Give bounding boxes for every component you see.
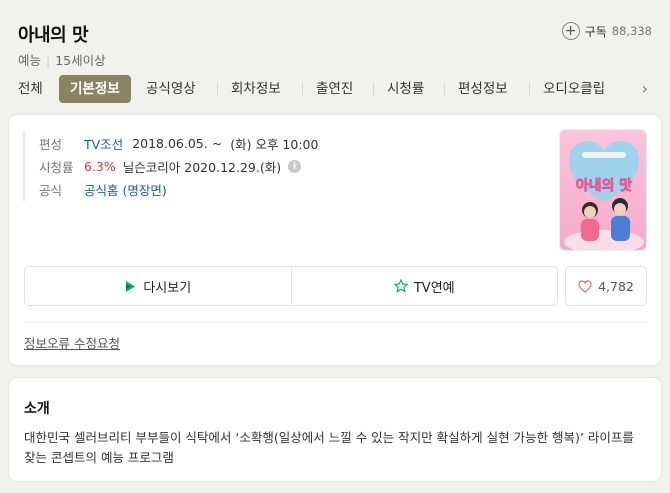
subscribe-count: 88,338: [611, 24, 652, 38]
poster-title-art: 아내의 맛: [576, 177, 633, 194]
tab-all[interactable]: 전체: [18, 75, 43, 103]
ratings-value: 6.3%: [84, 159, 116, 174]
tab-official-video[interactable]: 공식영상: [146, 75, 196, 103]
rewatch-button[interactable]: 다시보기: [25, 267, 291, 305]
info-row-ratings: 시청률 6.3% 닐슨코리아 2020.12.29.(화) i: [39, 155, 318, 178]
channel-link[interactable]: TV조선: [84, 134, 123, 153]
program-poster[interactable]: 아내의 맛: [559, 129, 647, 251]
tab-divider: [373, 83, 374, 95]
report-error-link[interactable]: 정보오류 수정요청: [24, 333, 120, 352]
ratings-label: 시청률: [39, 160, 74, 175]
tab-divider: [217, 83, 218, 95]
broadcast-day: (화): [230, 137, 252, 152]
introduction-card: 소개 대한민국 셀러브리티 부부들이 식탁에서 ‘소확행(일상에서 느낄 수 있…: [9, 378, 661, 481]
tab-divider: [302, 83, 303, 95]
poster-image: 아내의 맛: [560, 130, 646, 250]
program-title[interactable]: 아내의 맛: [18, 21, 89, 47]
tv-entertainment-label: TV연예: [413, 280, 455, 296]
play-icon: [124, 280, 137, 293]
ratings-source: 닐슨코리아: [122, 160, 181, 175]
genre-text: 예능: [18, 53, 42, 68]
chevron-right-icon[interactable]: ›: [642, 75, 648, 103]
broadcast-time: 오후 10:00: [255, 137, 319, 152]
like-count: 4,782: [598, 278, 634, 294]
info-row-broadcast: 편성 TV조선 2018.06.05. ~ (화) 오후 10:00: [39, 132, 318, 155]
ratings-value-group: 6.3% 닐슨코리아 2020.12.29.(화) i: [84, 157, 302, 176]
section-divider: [24, 322, 647, 323]
subscribe-button[interactable]: + 구독 88,338: [561, 22, 652, 40]
tab-schedule[interactable]: 편성정보: [458, 75, 508, 103]
basic-info-card: 편성 TV조선 2018.06.05. ~ (화) 오후 10:00 시청률 6…: [9, 115, 661, 365]
tab-basic-info[interactable]: 기본정보: [59, 75, 131, 103]
tab-ratings[interactable]: 시청률: [387, 75, 424, 103]
official-label: 공식: [39, 183, 63, 198]
introduction-title: 소개: [24, 401, 50, 417]
star-icon: [393, 279, 408, 293]
tv-entertainment-button[interactable]: TV연예: [290, 267, 558, 305]
official-value: 공식홈 (명장면): [84, 180, 167, 199]
introduction-text: 대한민국 셀러브리티 부부들이 식탁에서 ‘소확행(일상에서 느낄 수 있는 작…: [24, 430, 634, 465]
tab-bar: 전체 기본정보 공식영상 회차정보 출연진 시청률 편성정보 오디오클립 ›: [0, 75, 670, 103]
tab-audio-clip[interactable]: 오디오클립: [543, 75, 605, 103]
meta-separator: |: [46, 53, 51, 68]
info-row-official: 공식 공식홈 (명장면): [39, 178, 318, 201]
broadcast-label: 편성: [39, 137, 63, 152]
tab-divider: [444, 83, 445, 95]
plus-icon: +: [561, 22, 580, 40]
action-bar: 다시보기 TV연예: [24, 266, 558, 306]
broadcast-value: TV조선 2018.06.05. ~ (화) 오후 10:00: [84, 134, 318, 153]
info-list: 편성 TV조선 2018.06.05. ~ (화) 오후 10:00 시청률 6…: [23, 132, 318, 201]
tab-episodes[interactable]: 회차정보: [231, 75, 281, 103]
age-rating-text: 15세이상: [55, 53, 106, 68]
program-header: 아내의 맛 예능 | 15세이상 + 구독 88,338 전체 기본정보 공식영상 …: [0, 0, 670, 112]
info-icon[interactable]: i: [288, 160, 302, 173]
broadcast-date: 2018.06.05. ~: [132, 136, 223, 151]
ratings-date: 2020.12.29.(화): [184, 160, 282, 175]
subscribe-label: 구독: [584, 24, 607, 39]
tab-divider: [529, 83, 530, 95]
heart-icon: [578, 279, 592, 293]
rewatch-label: 다시보기: [143, 280, 192, 296]
tab-cast[interactable]: 출연진: [316, 75, 353, 103]
official-home-link[interactable]: 공식홈 (명장면): [84, 180, 167, 199]
program-meta: 예능 | 15세이상: [18, 50, 106, 69]
like-button[interactable]: 4,782: [565, 266, 647, 306]
